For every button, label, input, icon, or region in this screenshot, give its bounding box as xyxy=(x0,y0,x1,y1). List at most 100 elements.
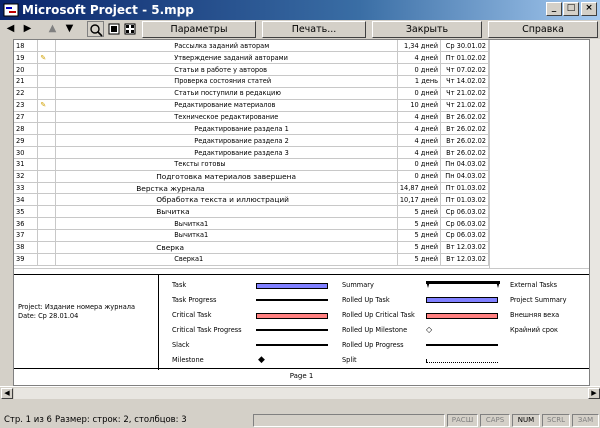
task-finish: Пн 04.03.02 xyxy=(440,170,489,183)
task-name: Редактирование материалов xyxy=(55,99,398,112)
task-id: 23 xyxy=(14,99,39,112)
close-window-button[interactable]: × xyxy=(581,2,597,16)
maximize-button[interactable]: □ xyxy=(563,2,579,16)
legend: Project: Издание номера журнала Date: Ср… xyxy=(14,274,589,370)
task-id: 33 xyxy=(14,182,39,195)
task-row: 22 Статьи поступили в редакцию 0 дней Чт 21… xyxy=(14,87,489,100)
task-row: 29 Редактирование раздела 24 дней Вт 26.02… xyxy=(14,134,489,148)
task-id: 18 xyxy=(14,40,39,53)
zoom-icon[interactable] xyxy=(87,21,104,37)
task-name: Статьи поступили в редакцию xyxy=(55,87,398,100)
task-finish: Вт 12.03.02 xyxy=(440,241,489,254)
legend-task-progress-bar xyxy=(256,299,328,301)
scroll-left-icon[interactable]: ◀ xyxy=(1,388,13,399)
task-indicator-icon xyxy=(37,193,57,207)
legend-rolled-progress-label: Rolled Up Progress xyxy=(342,341,404,349)
task-duration: 10 дней xyxy=(397,99,442,112)
task-indicator-icon xyxy=(37,170,57,183)
task-indicator-icon xyxy=(37,40,57,53)
task-name: Проверка состояния статей xyxy=(55,75,398,88)
task-id: 29 xyxy=(14,134,39,148)
task-row: 23 ✎ Редактирование материалов 10 дней Чт 21… xyxy=(14,99,489,112)
horizontal-scrollbar[interactable]: ◀ ▶ xyxy=(0,386,600,400)
task-duration: 10,17 дней xyxy=(397,193,442,207)
task-id: 39 xyxy=(14,253,39,266)
task-name: Вычитка1 xyxy=(55,229,398,242)
task-indicator-icon xyxy=(37,122,57,136)
legend-external-tasks-label: External Tasks xyxy=(510,281,558,289)
print-button[interactable]: Печать... xyxy=(262,21,366,38)
task-duration: 5 дней xyxy=(397,229,442,242)
task-name: Статьи в работе у авторов xyxy=(55,63,398,77)
status-bar: Стр. 1 из 6 Размер: строк: 2, столбцов: … xyxy=(0,413,600,428)
task-row: 18 Рассылка заданий авторам 1,34 дней Ср 30… xyxy=(14,40,489,53)
task-name: Вычитка xyxy=(55,205,398,219)
legend-rolled-task-bar xyxy=(426,297,498,303)
legend-rolled-critical-bar xyxy=(426,313,498,319)
legend-separator xyxy=(158,275,159,370)
minimize-button[interactable]: _ xyxy=(546,2,562,16)
status-scrl: SCRL xyxy=(542,414,570,427)
task-finish: Ср 06.03.02 xyxy=(440,205,489,219)
table-bottom-divider xyxy=(14,268,589,269)
task-row: 30 Редактирование раздела 34 дней Вт 26.02… xyxy=(14,146,489,159)
task-row: 38 Сверка 5 дней Вт 12.03.02 xyxy=(14,241,489,254)
task-name: Тексты готовы xyxy=(55,158,398,171)
one-page-icon[interactable] xyxy=(105,21,122,37)
task-name: Рассылка заданий авторам xyxy=(55,40,398,53)
task-indicator-icon xyxy=(37,253,57,266)
page-number: Page 1 xyxy=(289,372,314,380)
legend-split-bar xyxy=(426,359,498,363)
task-indicator-icon xyxy=(37,182,57,195)
legend-rolled-progress-bar xyxy=(426,344,498,346)
task-finish: Ср 06.03.02 xyxy=(440,229,489,242)
task-finish: Вт 26.02.02 xyxy=(440,134,489,148)
task-indicator-icon xyxy=(37,146,57,159)
task-duration: 5 дней xyxy=(397,217,442,230)
task-finish: Вт 26.02.02 xyxy=(440,111,489,124)
task-id: 22 xyxy=(14,87,39,100)
next-page-icon[interactable]: ▶ xyxy=(19,21,36,37)
page-up-icon[interactable]: ▲ xyxy=(44,21,61,37)
page-setup-button[interactable]: Параметры страницы... xyxy=(142,21,256,50)
task-duration: 0 дней xyxy=(397,63,442,77)
task-indicator-icon xyxy=(37,87,57,100)
task-row: 33 Верстка журнала 14,87 дней Пт 01.03.02 xyxy=(14,182,489,195)
task-indicator-icon xyxy=(37,241,57,254)
task-row: 20 Статьи в работе у авторов 0 дней Чт 07.0… xyxy=(14,63,489,77)
legend-critical-task-label: Critical Task xyxy=(172,311,212,319)
page-down-icon[interactable]: ▼ xyxy=(61,21,78,37)
task-duration: 4 дней xyxy=(397,134,442,148)
help-button[interactable]: Справка xyxy=(488,21,598,38)
legend-task-bar xyxy=(256,283,328,289)
task-duration: 0 дней xyxy=(397,158,442,171)
window: Microsoft Project - 5.mpp _ □ × ◀ ▶ ▲ ▼ … xyxy=(0,0,600,428)
task-row: 21 Проверка состояния статей 1 день Чт 14.0… xyxy=(14,75,489,88)
task-indicator-icon xyxy=(37,205,57,219)
legend-critical-task-bar xyxy=(256,313,328,319)
preview-toolbar: ◀ ▶ ▲ ▼ Параметры страницы... Печать... … xyxy=(0,20,600,50)
legend-summary-label: Summary xyxy=(342,281,374,289)
task-row: 34 Обработка текста и иллюстраций 10,17 дн… xyxy=(14,193,489,207)
task-duration: 0 дней xyxy=(397,170,442,183)
task-row: 39 Сверка1 5 дней Вт 12.03.02 xyxy=(14,253,489,266)
legend-split-label: Split xyxy=(342,356,357,364)
task-row: 28 Редактирование раздела 14 дней Вт 26.02… xyxy=(14,122,489,136)
task-indicator-icon: ✎ xyxy=(37,99,57,112)
multiple-pages-icon[interactable] xyxy=(121,21,138,37)
task-duration: 5 дней xyxy=(397,241,442,254)
task-id: 34 xyxy=(14,193,39,207)
task-finish: Вт 12.03.02 xyxy=(440,253,489,266)
task-id: 37 xyxy=(14,229,39,242)
status-page-info: Стр. 1 из 6 xyxy=(4,415,52,425)
horizontal-scroll-track[interactable] xyxy=(14,388,588,399)
scroll-right-icon[interactable]: ▶ xyxy=(588,388,600,399)
close-preview-button[interactable]: Закрыть xyxy=(372,21,482,38)
legend-slack-label: Slack xyxy=(172,341,190,349)
status-size-info: Размер: строк: 2, столбцов: 3 xyxy=(55,415,187,425)
task-id: 27 xyxy=(14,111,39,124)
vertical-scrollbar[interactable] xyxy=(590,39,600,386)
prev-page-icon[interactable]: ◀ xyxy=(2,21,19,37)
status-num: NUM xyxy=(512,414,540,427)
task-name: Сверка1 xyxy=(55,253,398,266)
